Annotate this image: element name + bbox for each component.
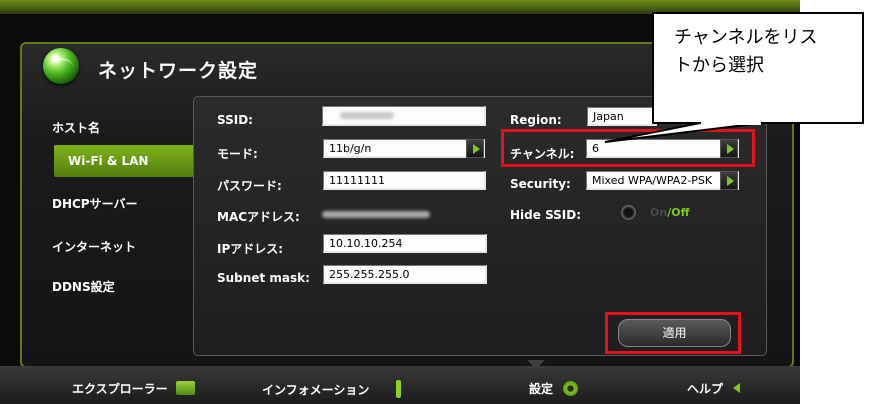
callout-line-2: トから選択 (674, 55, 764, 76)
callout-pointer-join (701, 120, 761, 125)
callout-line-1: チャンネルをリス (674, 27, 818, 48)
callout-pointer-arrow (604, 122, 763, 143)
callout-box: チャンネルをリス トから選択 (652, 12, 864, 124)
